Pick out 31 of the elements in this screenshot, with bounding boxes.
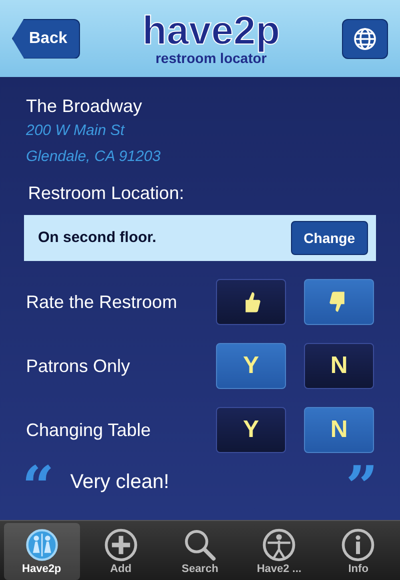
location-text: On second floor. bbox=[38, 228, 156, 248]
tab-item[interactable]: Add bbox=[82, 523, 159, 580]
answer-button[interactable]: N bbox=[304, 343, 374, 389]
figure-icon bbox=[262, 528, 296, 562]
tab-item[interactable]: Info bbox=[320, 523, 396, 580]
answer-button[interactable]: N bbox=[304, 407, 374, 453]
search-icon bbox=[182, 528, 217, 562]
thumbs-down-button[interactable] bbox=[304, 279, 374, 325]
rating-label: Changing Table bbox=[26, 418, 151, 442]
address-line: 200 W Main St bbox=[26, 121, 126, 141]
globe-icon bbox=[352, 26, 377, 50]
comment-text: Very clean! bbox=[70, 470, 170, 495]
close-quote: ” bbox=[346, 467, 378, 497]
rating-label: Rate the Restroom bbox=[26, 290, 178, 314]
tab-item[interactable]: Have2p bbox=[4, 523, 80, 580]
tab-item[interactable]: Have2 ... bbox=[241, 523, 318, 580]
back-button[interactable]: Back bbox=[12, 18, 80, 58]
change-button[interactable]: Change bbox=[290, 221, 368, 255]
thumbs-up-button[interactable] bbox=[216, 279, 286, 325]
plus-icon bbox=[104, 528, 138, 562]
open-quote: “ bbox=[22, 467, 54, 497]
rating-label: Patrons Only bbox=[26, 354, 130, 378]
info-icon bbox=[341, 528, 376, 562]
place-name: The Broadway bbox=[26, 95, 144, 118]
section-label: Restroom Location: bbox=[28, 182, 186, 205]
answer-button[interactable]: Y bbox=[216, 407, 286, 453]
globe-button[interactable] bbox=[342, 18, 388, 58]
answer-button[interactable]: Y bbox=[216, 343, 286, 389]
tab-item[interactable]: Search bbox=[162, 523, 238, 580]
address-line: Glendale, CA 91203 bbox=[26, 147, 162, 167]
people-icon bbox=[24, 528, 59, 562]
